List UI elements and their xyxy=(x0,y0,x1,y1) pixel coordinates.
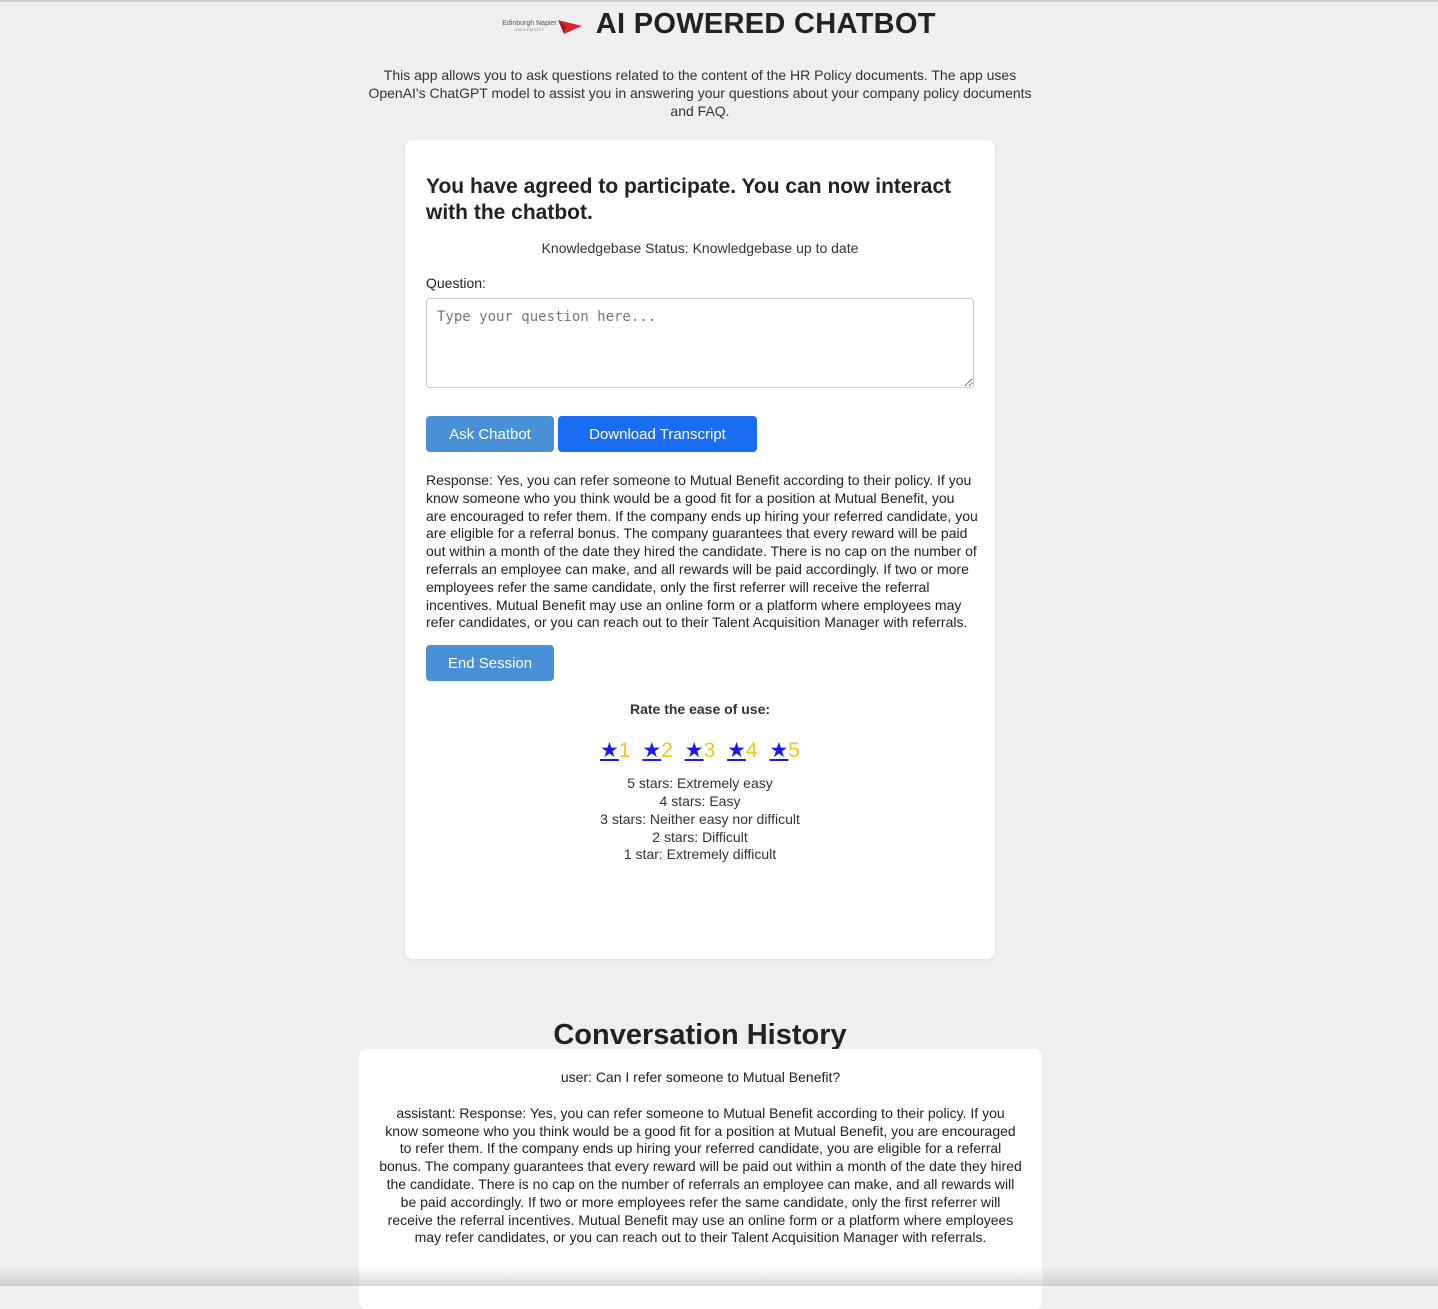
chat-card: You have agreed to participate. You can … xyxy=(405,140,995,959)
question-input[interactable] xyxy=(426,298,974,388)
rating-label: Rate the ease of use: xyxy=(629,701,771,718)
star-icon[interactable]: ★ xyxy=(642,739,661,762)
app-title: AI POWERED CHATBOT xyxy=(595,7,936,40)
rating-legend: 5 stars: Extremely easy 4 stars: Easy 3 … xyxy=(426,775,974,864)
legend-line: 4 stars: Easy xyxy=(659,792,741,809)
download-transcript-button[interactable]: Download Transcript xyxy=(558,416,757,452)
rating-option-2[interactable]: ★2 xyxy=(642,739,673,762)
star-icon[interactable]: ★ xyxy=(685,739,704,762)
star-number: 1 xyxy=(618,739,631,763)
action-buttons: Ask Chatbot Download Transcript xyxy=(426,416,974,452)
ask-chatbot-button[interactable]: Ask Chatbot xyxy=(426,416,554,452)
star-rating: ★1 ★2 ★3 ★4 ★5 xyxy=(426,739,974,763)
app-description: This app allows you to ask questions rel… xyxy=(368,67,1032,119)
app-header: Edinburgh Napier UNIVERSITY AI POWERED C… xyxy=(0,4,1438,44)
legend-line: 3 stars: Neither easy nor difficult xyxy=(600,810,800,827)
top-border xyxy=(0,0,1438,2)
end-session-button[interactable]: End Session xyxy=(426,645,554,682)
legend-line: 2 stars: Difficult xyxy=(652,828,748,845)
participation-heading: You have agreed to participate. You can … xyxy=(426,175,952,224)
star-icon[interactable]: ★ xyxy=(727,739,746,762)
history-user-message: user: Can I refer someone to Mutual Bene… xyxy=(560,1069,841,1085)
bottom-shadow xyxy=(0,1266,1438,1286)
star-number: 2 xyxy=(661,739,673,763)
university-logo: Edinburgh Napier UNIVERSITY xyxy=(502,18,582,34)
star-number: 3 xyxy=(703,739,716,763)
question-label: Question: xyxy=(426,275,486,291)
legend-line: 1 star: Extremely difficult xyxy=(623,846,777,863)
rating-option-1[interactable]: ★1 xyxy=(600,739,631,762)
star-icon[interactable]: ★ xyxy=(769,739,788,762)
knowledgebase-status: Knowledgebase Status: Knowledgebase up t… xyxy=(541,240,859,256)
star-number: 4 xyxy=(745,739,758,763)
conversation-history-title: Conversation History xyxy=(553,1019,847,1052)
legend-line: 5 stars: Extremely easy xyxy=(627,775,773,792)
rating-option-4[interactable]: ★4 xyxy=(727,739,758,762)
rating-option-3[interactable]: ★3 xyxy=(685,739,716,762)
logo-name: Edinburgh Napier xyxy=(502,20,557,27)
logo-subtitle: UNIVERSITY xyxy=(514,27,545,32)
history-assistant-message: assistant: Response: Yes, you can refer … xyxy=(379,1104,1022,1246)
star-icon[interactable]: ★ xyxy=(600,739,619,762)
logo-arrow-icon xyxy=(557,20,582,34)
star-number: 5 xyxy=(788,739,800,763)
rating-option-5[interactable]: ★5 xyxy=(769,739,800,762)
chatbot-response: Response: Yes, you can refer someone to … xyxy=(426,472,978,631)
